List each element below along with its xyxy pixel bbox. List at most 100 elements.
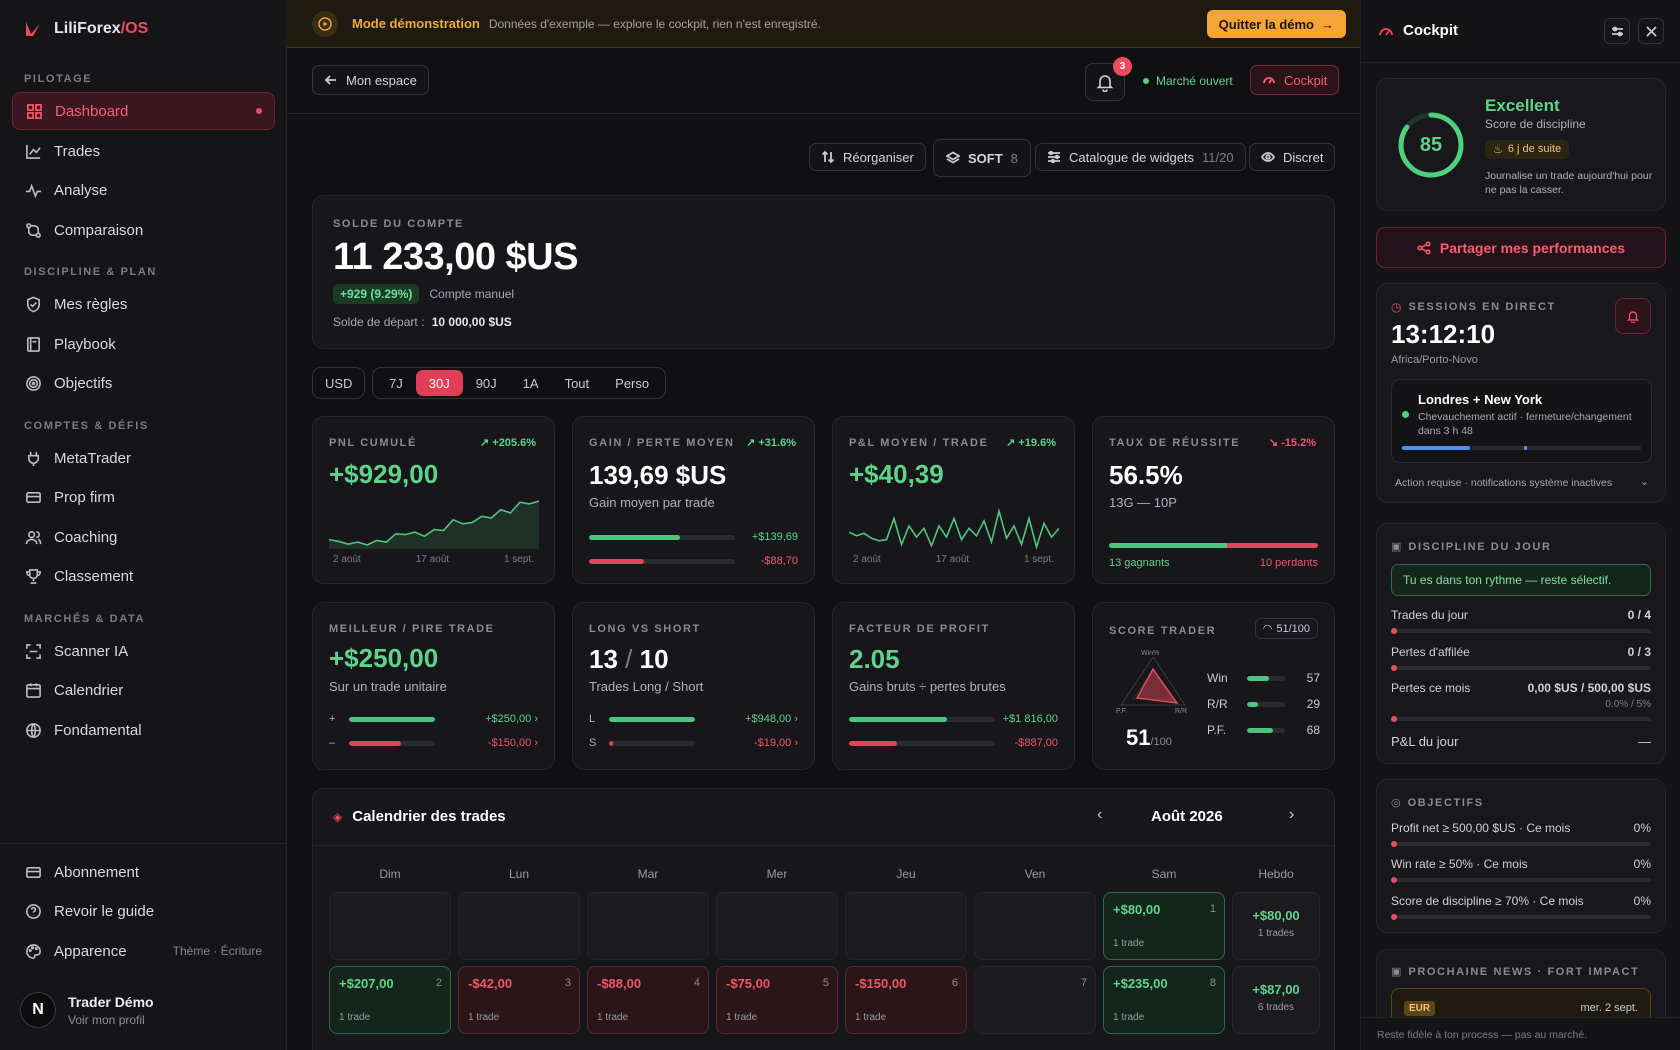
calendar-day[interactable]: +$80,00 1 1 trade [1103, 892, 1225, 960]
back-button[interactable]: Mon espace [312, 65, 429, 95]
row-value: 0% [1633, 894, 1651, 908]
calendar-day[interactable] [458, 892, 580, 960]
calendar-day[interactable]: -$42,00 3 1 trade [458, 966, 580, 1034]
calendar-icon [26, 682, 41, 698]
sidebar-item-classement[interactable]: Classement [12, 557, 275, 595]
calendar-month: Août 2026 [1151, 808, 1223, 825]
mode-button[interactable]: SOFT 8 [933, 139, 1031, 177]
period-30j[interactable]: 30J [415, 370, 463, 396]
sidebar-item-apparence[interactable]: Apparence Thème · Écriture [12, 932, 275, 970]
kpi-pnl-card[interactable]: PNL CUMULÉ ↗ +205.6% +$929,00 2 août 17 ao… [312, 416, 555, 584]
card-icon [26, 491, 41, 503]
trend-down-icon: ↘ [1268, 437, 1279, 449]
gauge-icon [1263, 77, 1275, 84]
day-number: 2 [435, 977, 442, 989]
long-value[interactable]: +$948,00 › [745, 713, 798, 725]
cockpit-button[interactable]: Cockpit [1250, 65, 1340, 95]
kpi-pl-trade-card[interactable]: P&L MOYEN / TRADE ↗ +19.6% +$40,39 2 août… [832, 416, 1075, 584]
kpi-winrate-card[interactable]: TAUX DE RÉUSSITE ↘ -15.2% 56.5% 13G — 10P… [1092, 416, 1335, 584]
worst-value[interactable]: -$150,00 › [488, 737, 538, 749]
short-value[interactable]: -$19,00 › [754, 737, 798, 749]
user-profile[interactable]: N Trader Démo Voir mon profil [20, 992, 154, 1028]
day-pnl: +$235,00 [1113, 976, 1168, 991]
quit-demo-button[interactable]: Quitter la démo → [1206, 10, 1346, 38]
period-90j[interactable]: 90J [463, 370, 510, 396]
panel-settings-button[interactable] [1604, 18, 1630, 44]
daily-discipline-card: ▣ DISCIPLINE DU JOUR Tu es dans ton ryth… [1376, 523, 1666, 764]
kpi-long-short-card[interactable]: LONG VS SHORT 13 / 10 Trades Long / Shor… [572, 602, 815, 770]
period-perso[interactable]: Perso [602, 370, 662, 396]
sidebar-item-coaching[interactable]: Coaching [12, 518, 275, 556]
notifications-button[interactable]: 3 [1085, 57, 1132, 101]
best-sign: + [329, 713, 336, 725]
discipline-score-card[interactable]: 85 Excellent Score de discipline ♨ 6 j de… [1376, 78, 1666, 211]
sidebar-item-label: Coaching [54, 528, 118, 546]
quit-demo-label: Quitter la démo [1218, 16, 1314, 32]
close-panel-button[interactable] [1638, 18, 1664, 44]
week-total[interactable]: +$87,00 6 trades [1232, 966, 1320, 1034]
kpi-best-worst-card[interactable]: MEILLEUR / PIRE TRADE +$250,00 Sur un tr… [312, 602, 555, 770]
calendar-day[interactable]: -$75,00 5 1 trade [716, 966, 838, 1034]
period-7j[interactable]: 7J [376, 370, 416, 396]
compare-icon [26, 222, 41, 238]
calendar-day[interactable]: +$235,00 8 1 trade [1103, 966, 1225, 1034]
sidebar-item-mes-regles[interactable]: Mes règles [12, 285, 275, 323]
calendar-day[interactable]: 7 [974, 966, 1096, 1034]
kpi-trader-score-card[interactable]: SCORE TRADER ◠ 51/100 Win% P.F. R/R 51/10… [1092, 602, 1335, 770]
brand-logo[interactable]: LiliForex/OS [24, 20, 148, 38]
sidebar-item-metatrader[interactable]: MetaTrader [12, 439, 275, 477]
objective-row: Profit net ≥ 500,00 $US · Ce mois 0% [1391, 821, 1651, 835]
session-alert-button[interactable] [1615, 298, 1651, 334]
kpi-avg-gain-card[interactable]: GAIN / PERTE MOYEN ↗ +31.6% 139,69 $US Ga… [572, 416, 815, 584]
demo-title: Mode démonstration [352, 16, 480, 31]
sidebar-item-fondamental[interactable]: Fondamental [12, 711, 275, 749]
notification-action[interactable]: Action requise · notifications système i… [1395, 477, 1612, 489]
reorganize-button[interactable]: Réorganiser [809, 143, 926, 171]
calendar-day[interactable] [716, 892, 838, 960]
sidebar-item-abonnement[interactable]: Abonnement [12, 853, 275, 891]
calendar-day[interactable] [845, 892, 967, 960]
sidebar-item-prop-firm[interactable]: Prop firm [12, 478, 275, 516]
calendar-day[interactable]: -$88,00 4 1 trade [587, 966, 709, 1034]
best-value[interactable]: +$250,00 › [485, 713, 538, 725]
sidebar-item-comparaison[interactable]: Comparaison [12, 211, 275, 249]
kpi-profit-factor-card[interactable]: FACTEUR DE PROFIT 2.05 Gains bruts ÷ per… [832, 602, 1075, 770]
currency-select[interactable]: USD [312, 367, 366, 399]
kpi-label: SCORE TRADER [1109, 625, 1217, 637]
weekday-label: Hebdo [1258, 867, 1294, 881]
sidebar-item-scanner-ia[interactable]: Scanner IA [12, 632, 275, 670]
sidebar-item-calendrier[interactable]: Calendrier [12, 671, 275, 709]
sidebar-item-analyse[interactable]: Analyse [12, 171, 275, 209]
calendar-day[interactable] [329, 892, 451, 960]
calendar-day[interactable] [974, 892, 1096, 960]
prev-month-button[interactable]: ‹ [1097, 806, 1102, 824]
share-performance-button[interactable]: Partager mes performances [1376, 227, 1666, 268]
discipline-score-label: Score de discipline [1485, 117, 1586, 131]
sidebar-item-playbook[interactable]: Playbook [12, 325, 275, 363]
long-count: 13 [589, 644, 618, 674]
sidebar-item-label: Comparaison [54, 221, 144, 239]
kpi-sub: Gain moyen par trade [589, 495, 715, 510]
series-line [849, 507, 1059, 550]
chevron-down-icon[interactable]: ⌄ [1640, 475, 1649, 488]
sidebar-item-dashboard[interactable]: Dashboard [12, 92, 275, 130]
sidebar-item-revoir-guide[interactable]: Revoir le guide [12, 892, 275, 930]
kpi-label: GAIN / PERTE MOYEN [589, 437, 735, 449]
period-tout[interactable]: Tout [552, 370, 603, 396]
widget-catalog-button[interactable]: Catalogue de widgets 11/20 [1035, 143, 1246, 171]
calendar-day[interactable] [587, 892, 709, 960]
radar-axis-label: Win% [1141, 650, 1160, 657]
sidebar-item-objectifs[interactable]: Objectifs [12, 364, 275, 402]
balance-card: SOLDE DU COMPTE 11 233,00 $US +929 (9.29… [312, 195, 1335, 349]
next-month-button[interactable]: › [1289, 806, 1294, 824]
x-tick: 17 août [935, 554, 970, 565]
row-value: 0 / 3 [1627, 645, 1651, 659]
calendar-day[interactable]: -$150,00 6 1 trade [845, 966, 967, 1034]
kpi-sub: 13G — 10P [1109, 495, 1177, 510]
shield-icon [27, 296, 40, 312]
discreet-button[interactable]: Discret [1249, 143, 1336, 171]
calendar-day[interactable]: +$207,00 2 1 trade [329, 966, 451, 1034]
week-total[interactable]: +$80,00 1 trades [1232, 892, 1320, 960]
sidebar-item-trades[interactable]: Trades [12, 132, 275, 170]
period-1a[interactable]: 1A [510, 370, 552, 396]
